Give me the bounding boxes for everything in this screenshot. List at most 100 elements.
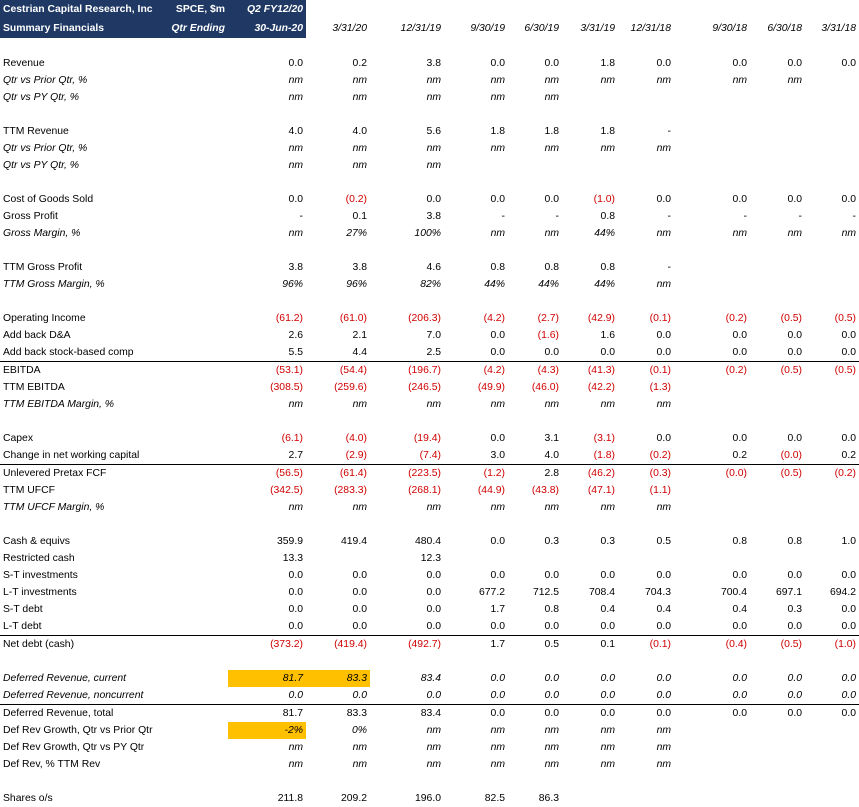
value-cell[interactable]: (259.6) [306,379,370,396]
value-cell[interactable]: 0.8 [562,259,618,276]
empty-cell[interactable] [805,773,859,790]
empty-cell[interactable] [0,293,165,310]
value-cell[interactable] [805,72,859,89]
value-cell[interactable]: 0.3 [508,533,562,550]
empty-cell[interactable] [508,106,562,123]
value-cell[interactable]: (0.5) [750,361,805,379]
empty-cell[interactable] [165,106,228,123]
empty-cell[interactable] [306,38,370,55]
value-cell[interactable]: 0.0 [750,687,805,705]
row-label[interactable]: Def Rev, % TTM Rev [0,756,165,773]
value-cell[interactable]: 0.1 [306,208,370,225]
value-cell[interactable]: 0.0 [750,344,805,362]
empty-cell[interactable] [750,773,805,790]
value-cell[interactable]: 4.4 [306,344,370,362]
empty-cell[interactable] [370,106,444,123]
value-cell[interactable]: 44% [444,276,508,293]
value-cell[interactable] [165,722,228,739]
value-cell[interactable]: - [618,259,674,276]
value-cell[interactable]: 0.0 [562,618,618,636]
value-cell[interactable] [165,704,228,722]
empty-cell[interactable] [508,293,562,310]
value-cell[interactable]: nm [228,157,306,174]
row-label[interactable]: TTM EBITDA [0,379,165,396]
value-cell[interactable]: 700.4 [674,584,750,601]
value-cell[interactable] [165,310,228,327]
empty-cell[interactable] [750,38,805,55]
value-cell[interactable]: nm [508,225,562,242]
empty-cell[interactable] [0,516,165,533]
value-cell[interactable]: 0.0 [750,704,805,722]
value-cell[interactable] [508,550,562,567]
value-cell[interactable] [750,482,805,499]
value-cell[interactable] [618,89,674,106]
value-cell[interactable]: nm [370,756,444,773]
value-cell[interactable] [165,225,228,242]
value-cell[interactable]: (1.6) [508,327,562,344]
value-cell[interactable]: (3.1) [562,430,618,447]
value-cell[interactable]: 0.0 [805,704,859,722]
value-cell[interactable]: 0.2 [805,447,859,465]
value-cell[interactable]: 0.0 [674,55,750,72]
value-cell[interactable] [805,790,859,807]
empty-cell[interactable] [165,174,228,191]
empty-cell[interactable] [370,38,444,55]
value-cell[interactable]: 0.0 [618,670,674,687]
empty-cell[interactable] [618,174,674,191]
value-cell[interactable]: 2.5 [370,344,444,362]
empty-cell[interactable] [562,242,618,259]
row-label[interactable]: TTM Gross Profit [0,259,165,276]
empty-cell[interactable] [618,38,674,55]
value-cell[interactable]: 3.8 [306,259,370,276]
value-cell[interactable]: (1.1) [618,482,674,499]
header-cell[interactable]: 3/31/19 [562,19,618,38]
value-cell[interactable]: (2.9) [306,447,370,465]
row-label[interactable]: Def Rev Growth, Qtr vs Prior Qtr [0,722,165,739]
value-cell[interactable]: nm [508,72,562,89]
empty-cell[interactable] [562,106,618,123]
empty-cell[interactable] [444,242,508,259]
header-cell[interactable]: Qtr Ending [165,19,228,38]
value-cell[interactable]: 0.0 [306,687,370,705]
value-cell[interactable]: 1.8 [562,55,618,72]
value-cell[interactable]: (0.2) [618,447,674,465]
value-cell[interactable]: nm [444,72,508,89]
value-cell[interactable]: 3.8 [370,55,444,72]
value-cell[interactable] [805,482,859,499]
value-cell[interactable]: (0.1) [618,361,674,379]
value-cell[interactable]: (46.2) [562,464,618,482]
value-cell[interactable]: 0.5 [618,533,674,550]
value-cell[interactable]: (0.2) [674,310,750,327]
value-cell[interactable] [562,550,618,567]
value-cell[interactable] [750,396,805,413]
value-cell[interactable]: nm [306,499,370,516]
value-cell[interactable]: 100% [370,225,444,242]
header-label[interactable]: Summary Financials [0,19,165,38]
empty-cell[interactable] [370,653,444,670]
value-cell[interactable]: 0.0 [306,584,370,601]
value-cell[interactable]: 0.1 [562,635,618,653]
value-cell[interactable]: nm [370,396,444,413]
empty-cell[interactable] [750,293,805,310]
value-cell[interactable]: nm [306,89,370,106]
empty-cell[interactable] [165,293,228,310]
value-cell[interactable] [165,430,228,447]
empty-cell[interactable] [805,293,859,310]
value-cell[interactable]: 1.8 [562,123,618,140]
empty-cell[interactable] [306,516,370,533]
value-cell[interactable]: nm [750,72,805,89]
value-cell[interactable]: nm [508,756,562,773]
value-cell[interactable]: (419.4) [306,635,370,653]
value-cell[interactable] [306,550,370,567]
empty-cell[interactable] [805,516,859,533]
value-cell[interactable]: 694.2 [805,584,859,601]
header-cell[interactable] [508,0,562,19]
value-cell[interactable]: 0.0 [444,670,508,687]
value-cell[interactable]: (49.9) [444,379,508,396]
value-cell[interactable] [750,722,805,739]
empty-cell[interactable] [228,773,306,790]
value-cell[interactable]: 0.0 [508,687,562,705]
row-label[interactable]: Def Rev Growth, Qtr vs PY Qtr [0,739,165,756]
value-cell[interactable] [674,89,750,106]
value-cell[interactable] [165,157,228,174]
